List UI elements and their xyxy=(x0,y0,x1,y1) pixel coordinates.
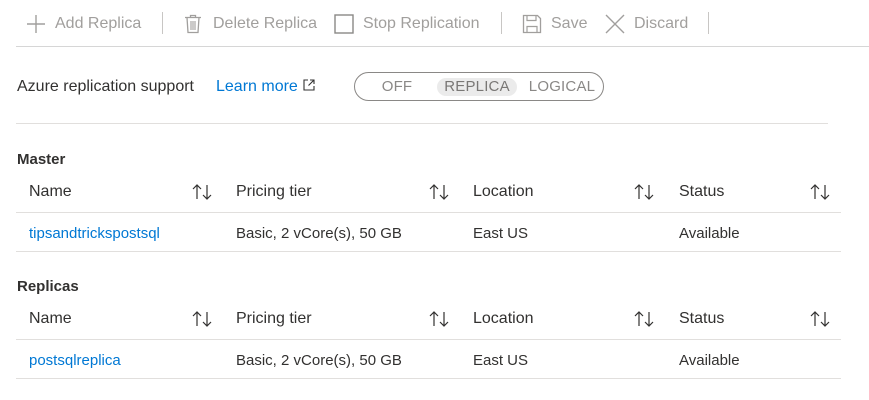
location-cell: East US xyxy=(473,352,529,369)
header-divider xyxy=(16,339,841,340)
plus-icon xyxy=(26,14,46,34)
column-header-status[interactable]: Status xyxy=(679,183,724,201)
status-cell: Available xyxy=(679,225,740,242)
save-icon xyxy=(522,14,542,34)
column-header-pricing-tier[interactable]: Pricing tier xyxy=(236,310,312,328)
discard-label: Discard xyxy=(634,15,689,32)
sort-icon[interactable] xyxy=(192,311,214,332)
toolbar-divider xyxy=(162,12,163,34)
toolbar-divider xyxy=(501,12,502,34)
delete-replica-button[interactable]: Delete Replica xyxy=(184,10,317,38)
sort-icon[interactable] xyxy=(192,184,214,205)
discard-button[interactable]: Discard xyxy=(605,10,688,38)
sort-icon[interactable] xyxy=(810,184,832,205)
server-name-link[interactable]: tipsandtrickspostsql xyxy=(29,225,160,242)
learn-more-link[interactable]: Learn more xyxy=(216,78,315,96)
sort-icon[interactable] xyxy=(634,184,656,205)
replicas-section-title: Replicas xyxy=(17,278,79,295)
toolbar-divider xyxy=(708,12,709,34)
column-header-name[interactable]: Name xyxy=(29,183,72,201)
close-icon xyxy=(605,14,625,34)
column-header-name[interactable]: Name xyxy=(29,310,72,328)
replication-support-label: Azure replication support xyxy=(17,78,194,95)
add-replica-button[interactable]: Add Replica xyxy=(26,10,141,38)
status-cell: Available xyxy=(679,352,740,369)
add-replica-label: Add Replica xyxy=(55,15,142,32)
header-divider xyxy=(16,212,841,213)
stop-replication-button[interactable]: Stop Replication xyxy=(334,10,480,38)
replication-mode-toggle[interactable]: OFF REPLICA LOGICAL xyxy=(354,72,604,101)
learn-more-text: Learn more xyxy=(216,78,298,95)
pricing-tier-cell: Basic, 2 vCore(s), 50 GB xyxy=(236,225,402,242)
master-section-title: Master xyxy=(17,151,66,168)
server-name-link[interactable]: postsqlreplica xyxy=(29,352,121,369)
pricing-tier-cell: Basic, 2 vCore(s), 50 GB xyxy=(236,352,402,369)
command-bar: Add Replica Delete Replica Stop Replicat… xyxy=(0,0,869,48)
stop-replication-label: Stop Replication xyxy=(363,15,480,32)
square-icon xyxy=(334,14,354,34)
column-header-status[interactable]: Status xyxy=(679,310,724,328)
delete-replica-label: Delete Replica xyxy=(213,15,318,32)
option-logical[interactable]: LOGICAL xyxy=(525,78,599,96)
external-link-icon xyxy=(298,78,315,96)
row-divider xyxy=(16,251,841,252)
column-header-location[interactable]: Location xyxy=(473,183,534,201)
row-divider xyxy=(16,378,841,379)
section-divider xyxy=(16,123,828,124)
sort-icon[interactable] xyxy=(429,311,451,332)
toolbar-divider-line xyxy=(16,46,869,47)
sort-icon[interactable] xyxy=(810,311,832,332)
sort-icon[interactable] xyxy=(429,184,451,205)
save-label: Save xyxy=(551,15,588,32)
option-off[interactable]: OFF xyxy=(372,78,422,96)
column-header-pricing-tier[interactable]: Pricing tier xyxy=(236,183,312,201)
sort-icon[interactable] xyxy=(634,311,656,332)
option-replica[interactable]: REPLICA xyxy=(437,78,517,96)
trash-icon xyxy=(184,14,202,34)
column-header-location[interactable]: Location xyxy=(473,310,534,328)
location-cell: East US xyxy=(473,225,529,242)
save-button[interactable]: Save xyxy=(522,10,587,38)
